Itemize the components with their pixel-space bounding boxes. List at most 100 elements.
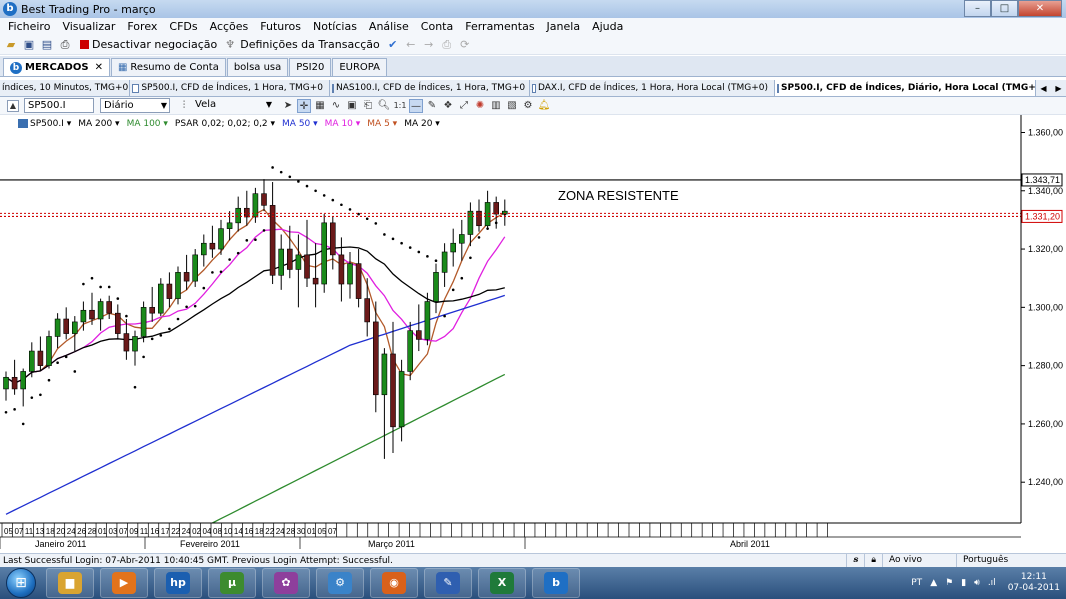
x-tick-label: 13 bbox=[35, 527, 44, 536]
taskbar-network-button[interactable]: ⚙ bbox=[316, 568, 364, 598]
candle-body bbox=[467, 210, 474, 235]
connection-icon[interactable]: 𝒔 bbox=[846, 554, 864, 567]
menu-ficheiro[interactable]: Ficheiro bbox=[8, 20, 50, 33]
period-select[interactable]: Diário ▼ bbox=[100, 98, 170, 113]
menu-conta[interactable]: Conta bbox=[421, 20, 453, 33]
psar-dot bbox=[56, 361, 59, 365]
tab-resumo-de-conta[interactable]: ▦ Resumo de Conta bbox=[110, 58, 226, 76]
language-indicator[interactable]: PT bbox=[911, 578, 922, 588]
taskbar-paint-button[interactable]: ✿ bbox=[262, 568, 310, 598]
maximize-button[interactable]: □ bbox=[991, 0, 1018, 17]
zoom-icon[interactable]: 🔍︎ bbox=[377, 99, 391, 113]
language-status[interactable]: Português bbox=[956, 554, 1066, 567]
expand-icon[interactable]: ⤢ bbox=[457, 99, 471, 113]
save-icon[interactable]: ▣ bbox=[22, 38, 36, 52]
menu-janela[interactable]: Janela bbox=[547, 20, 581, 33]
taskbar-excel-button[interactable]: X bbox=[478, 568, 526, 598]
layers-icon[interactable]: ❖ bbox=[441, 99, 455, 113]
tab-bolsa-usa[interactable]: bolsa usa bbox=[226, 58, 289, 76]
pencil-icon[interactable]: ✎ bbox=[425, 99, 439, 113]
legend-ma50[interactable]: MA 50 ▾ bbox=[282, 119, 318, 129]
chart-tab-nas100-1h[interactable]: NAS100.I, CFD de Índices, 1 Hora, TMG+0 bbox=[330, 80, 530, 96]
tab-scroll-left-icon[interactable]: ◀ bbox=[1040, 84, 1046, 93]
tab-psi20[interactable]: PSI20 bbox=[289, 58, 332, 76]
grid-icon[interactable]: ▦ bbox=[313, 99, 327, 113]
chart-type-icon[interactable]: ▥ bbox=[489, 99, 503, 113]
price-chart[interactable]: 1.343,71 1.331,20 1.360,00 1.340,00 1.320,0… bbox=[0, 115, 1066, 553]
cursor-icon[interactable]: ➤ bbox=[281, 99, 295, 113]
taskbar-hp-button[interactable]: hp bbox=[154, 568, 202, 598]
save-all-icon[interactable]: ▤ bbox=[40, 38, 54, 52]
text-icon[interactable]: ▣ bbox=[345, 99, 359, 113]
chart-tab-sp500-1h[interactable]: SP500.I, CFD de Índices, 1 Hora, TMG+0 bbox=[130, 80, 330, 96]
back-arrow-icon[interactable]: ← bbox=[404, 38, 418, 52]
candle-style-icon: ⫶ bbox=[182, 99, 186, 111]
ratio-icon[interactable]: 1:1 bbox=[393, 99, 407, 113]
alert-icon[interactable]: 🔔︎ bbox=[537, 99, 551, 113]
print-preview-icon[interactable]: ⎙ bbox=[440, 38, 454, 52]
transaction-settings-button[interactable]: Definições da Transacção bbox=[240, 38, 380, 51]
legend-psar[interactable]: PSAR 0,02; 0,02; 0,2 ▾ bbox=[175, 119, 275, 129]
volume-icon[interactable]: 🔊︎ bbox=[974, 578, 980, 588]
menu-analise[interactable]: Análise bbox=[369, 20, 409, 33]
chart-tab-indices-10min[interactable]: índices, 10 Minutos, TMG+0 bbox=[0, 80, 130, 96]
clock[interactable]: 12:11 07-04-2011 bbox=[1008, 572, 1060, 594]
indicators-icon[interactable]: ∿ bbox=[329, 99, 343, 113]
forward-arrow-icon[interactable]: → bbox=[422, 38, 436, 52]
settings-gear-icon[interactable]: ⚙ bbox=[521, 99, 535, 113]
color-icon[interactable]: ✺ bbox=[473, 99, 487, 113]
taskbar-media-button[interactable]: ▶ bbox=[100, 568, 148, 598]
legend-sp500[interactable]: SP500.I ▾ bbox=[30, 119, 71, 129]
start-button[interactable]: ⊞ bbox=[6, 568, 36, 598]
template-icon[interactable]: ⎗ bbox=[361, 99, 375, 113]
crosshair-icon[interactable]: ✛ bbox=[297, 98, 311, 113]
legend-ma200[interactable]: MA 200 ▾ bbox=[78, 119, 119, 129]
menu-accoes[interactable]: Acções bbox=[210, 20, 249, 33]
signal-icon[interactable]: .ıl bbox=[988, 578, 996, 588]
menu-noticias[interactable]: Notícias bbox=[313, 20, 357, 33]
legend-ma10[interactable]: MA 10 ▾ bbox=[325, 119, 361, 129]
style-select[interactable]: Vela ▼ bbox=[192, 98, 274, 113]
horizontal-line-icon[interactable]: — bbox=[409, 98, 423, 113]
network-icon[interactable]: ▮ bbox=[961, 578, 966, 588]
menu-visualizar[interactable]: Visualizar bbox=[62, 20, 115, 33]
candle-body bbox=[347, 263, 353, 285]
tab-scroll-right-icon[interactable]: ▶ bbox=[1055, 84, 1061, 93]
candle-body bbox=[415, 330, 422, 340]
open-folder-icon[interactable]: ▰ bbox=[4, 38, 18, 52]
deactivate-trading-button[interactable]: Desactivar negociação bbox=[92, 38, 217, 51]
taskbar-editor-button[interactable]: ✎ bbox=[424, 568, 472, 598]
chart-tab-dax-1h[interactable]: DAX.I, CFD de Índices, 1 Hora, Hora Loca… bbox=[530, 80, 775, 96]
x-tick-label: 05 bbox=[4, 527, 13, 536]
psar-dot bbox=[13, 408, 16, 411]
psar-dot bbox=[348, 208, 352, 211]
chart-tab-sp500-daily[interactable]: SP500.I, CFD de Índices, Diário, Hora Lo… bbox=[775, 80, 1058, 96]
legend-ma100[interactable]: MA 100 ▾ bbox=[127, 119, 168, 129]
system-tray: PT ▲ ⚑ ▮ 🔊︎ .ıl 12:11 07-04-2011 bbox=[903, 567, 1060, 599]
candle-body bbox=[244, 207, 250, 218]
menu-futuros[interactable]: Futuros bbox=[260, 20, 301, 33]
taskbar-explorer-button[interactable]: ▆ bbox=[46, 568, 94, 598]
export-icon[interactable]: ▧ bbox=[505, 99, 519, 113]
menu-ferramentas[interactable]: Ferramentas bbox=[465, 20, 534, 33]
menu-forex[interactable]: Forex bbox=[127, 20, 157, 33]
tab-europa[interactable]: EUROPA bbox=[332, 58, 388, 76]
show-hidden-icons-icon[interactable]: ▲ bbox=[930, 578, 937, 588]
taskbar-utorrent-button[interactable]: µ bbox=[208, 568, 256, 598]
close-button[interactable]: ✕ bbox=[1018, 0, 1062, 17]
tab-mercados[interactable]: b MERCADOS ✕ bbox=[3, 58, 110, 76]
menu-ajuda[interactable]: Ajuda bbox=[592, 20, 623, 33]
refresh-icon[interactable]: ⟳ bbox=[458, 38, 472, 52]
legend-ma20[interactable]: MA 20 ▾ bbox=[404, 119, 440, 129]
legend-ma5[interactable]: MA 5 ▾ bbox=[367, 119, 397, 129]
taskbar-trading-button[interactable]: b bbox=[532, 568, 580, 598]
check-icon[interactable]: ✔ bbox=[386, 38, 400, 52]
close-tab-icon[interactable]: ✕ bbox=[95, 62, 103, 73]
taskbar-firefox-button[interactable]: ◉ bbox=[370, 568, 418, 598]
collapse-icon[interactable]: ▲ bbox=[7, 99, 19, 112]
print-icon[interactable]: ⎙ bbox=[58, 38, 72, 52]
menu-cfds[interactable]: CFDs bbox=[169, 20, 197, 33]
minimize-button[interactable]: – bbox=[964, 0, 991, 17]
symbol-select[interactable]: SP500.I bbox=[24, 98, 94, 113]
action-center-icon[interactable]: ⚑ bbox=[945, 578, 953, 588]
